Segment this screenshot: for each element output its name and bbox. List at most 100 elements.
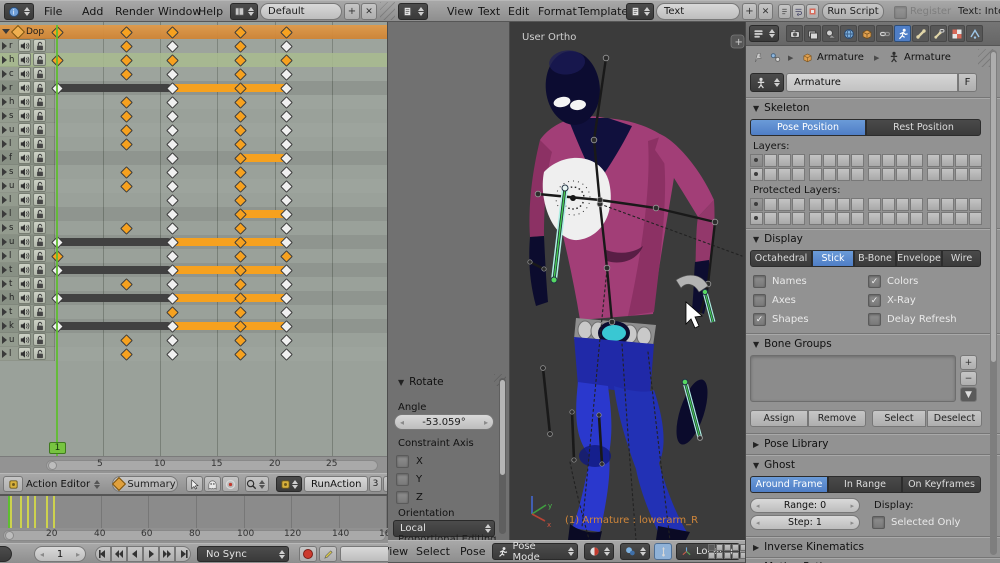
ghost-mode-in-range[interactable]: In Range [828, 476, 902, 493]
expand-icon[interactable] [2, 321, 7, 330]
keyframe[interactable] [280, 166, 293, 179]
delete-layout-button[interactable]: ✕ [361, 3, 377, 20]
panel-header-ghost[interactable]: ▼ Ghost [753, 459, 795, 471]
pin-icon[interactable] [753, 52, 764, 66]
dopesheet-channel-row[interactable]: f [0, 151, 387, 165]
mute-speaker-icon[interactable] [18, 39, 31, 52]
mute-speaker-icon[interactable] [18, 235, 31, 248]
interaction-mode-dropdown[interactable]: Pose Mode [492, 541, 578, 562]
keyframe[interactable] [166, 334, 179, 347]
scrollbar-thumb[interactable] [991, 52, 996, 362]
keyframe-range[interactable] [57, 294, 172, 302]
properties-region-expand-icon[interactable]: + [730, 34, 745, 49]
screen-layout-field[interactable]: Default [260, 3, 342, 20]
select-cursor-button[interactable] [186, 476, 203, 492]
breadcrumb-data-name[interactable]: Armature [904, 52, 951, 63]
assign-button[interactable]: Assign [750, 410, 808, 427]
keyframe[interactable] [280, 110, 293, 123]
layer-cell[interactable] [716, 552, 723, 559]
layer-toggle-cell[interactable] [910, 154, 923, 167]
mute-speaker-icon[interactable] [18, 333, 31, 346]
layer-toggle-cell[interactable] [868, 168, 881, 181]
keying-set-field[interactable] [340, 546, 388, 562]
bone-group-remove-button[interactable]: − [960, 371, 977, 386]
channel-header[interactable]: Dop [0, 24, 55, 39]
layers-widget[interactable] [708, 544, 745, 559]
menu-file[interactable]: File [44, 5, 62, 18]
mute-speaker-icon[interactable] [18, 207, 31, 220]
bone-groups-list[interactable] [750, 355, 956, 402]
armature-layers-grid[interactable] [750, 154, 864, 181]
layer-toggle-cell[interactable] [969, 168, 982, 181]
panel-header-inverse-kinematics[interactable]: ▶ Inverse Kinematics [753, 541, 864, 553]
viewport-shading-dropdown[interactable] [584, 543, 614, 560]
decrement-arrow-icon[interactable]: ◂ [756, 502, 760, 510]
layer-toggle-cell[interactable] [882, 154, 895, 167]
layer-toggle-cell[interactable] [764, 212, 777, 225]
layer-toggle-cell[interactable] [823, 212, 836, 225]
lock-icon[interactable] [33, 81, 46, 94]
run-script-button[interactable]: Run Script [822, 3, 884, 20]
bone-display-octahedral[interactable]: Octahedral [750, 250, 812, 267]
mute-speaker-icon[interactable] [18, 165, 31, 178]
layer-toggle-cell[interactable] [955, 212, 968, 225]
menu-add[interactable]: Add [82, 5, 103, 18]
lock-icon[interactable] [33, 193, 46, 206]
layer-toggle-cell[interactable] [778, 168, 791, 181]
channel-header[interactable]: h [0, 53, 55, 67]
layer-toggle-cell[interactable] [910, 198, 923, 211]
channel-header[interactable]: r [0, 39, 55, 53]
dopesheet-channel-row[interactable]: h [0, 95, 387, 109]
lock-icon[interactable] [33, 249, 46, 262]
mute-speaker-icon[interactable] [18, 137, 31, 150]
toolshelf-scrollbar[interactable] [499, 378, 506, 534]
increment-arrow-icon[interactable]: ▸ [850, 519, 854, 527]
expand-icon[interactable] [2, 139, 7, 148]
dopesheet-channel-row[interactable]: l [0, 249, 387, 263]
dopesheet-channel-row[interactable]: l [0, 347, 387, 361]
keyframe-selected[interactable] [120, 278, 133, 291]
panel-header-skeleton[interactable]: ▼ Skeleton [753, 102, 810, 114]
mute-speaker-icon[interactable] [18, 221, 31, 234]
layer-cell[interactable] [708, 552, 715, 559]
channel-header[interactable]: f [0, 151, 55, 165]
layer-toggle-cell[interactable] [941, 154, 954, 167]
breadcrumb-object-name[interactable]: Armature [817, 52, 864, 63]
tab-physics[interactable] [948, 25, 965, 42]
keyframe[interactable] [280, 306, 293, 319]
keyframe-selected[interactable] [234, 306, 247, 319]
text-menu-view[interactable]: View [447, 5, 473, 18]
layer-cell[interactable] [724, 552, 731, 559]
node-link-icon[interactable] [770, 52, 781, 66]
layer-toggle-cell[interactable] [927, 198, 940, 211]
layer-toggle-cell[interactable] [778, 154, 791, 167]
keyframe-selected[interactable] [234, 250, 247, 263]
layer-toggle-cell[interactable] [896, 154, 909, 167]
tab-render-layers[interactable] [804, 25, 821, 42]
dopesheet-mode-dropdown[interactable]: Action Editor [26, 476, 104, 492]
bone-display-bbone[interactable]: B-Bone [854, 250, 896, 267]
increment-arrow-icon[interactable]: ▸ [76, 550, 80, 559]
display-option-shapes[interactable]: ✓ Shapes [753, 313, 809, 326]
layer-toggle-cell[interactable] [764, 154, 777, 167]
layer-toggle-cell[interactable] [969, 154, 982, 167]
timeline-ruler[interactable]: 20406080100120140160 [0, 528, 396, 543]
syntax-highlight-toggle-icon[interactable] [806, 4, 819, 19]
filter-search-dropdown[interactable] [245, 476, 269, 492]
dopesheet-channel-row[interactable]: s [0, 221, 387, 235]
expand-icon[interactable] [2, 97, 7, 106]
keyframe-selected[interactable] [120, 110, 133, 123]
channel-header[interactable]: l [0, 137, 55, 151]
mute-speaker-icon[interactable] [18, 95, 31, 108]
layer-toggle-cell[interactable] [823, 198, 836, 211]
checkbox[interactable]: ✓ [868, 294, 881, 307]
tab-object[interactable] [858, 25, 875, 42]
expand-icon[interactable] [2, 279, 7, 288]
lock-icon[interactable] [33, 39, 46, 52]
lock-icon[interactable] [33, 95, 46, 108]
tab-world[interactable] [840, 25, 857, 42]
current-frame-line[interactable] [8, 496, 10, 528]
lock-icon[interactable] [33, 319, 46, 332]
expand-icon[interactable] [2, 55, 7, 64]
mute-speaker-icon[interactable] [18, 291, 31, 304]
